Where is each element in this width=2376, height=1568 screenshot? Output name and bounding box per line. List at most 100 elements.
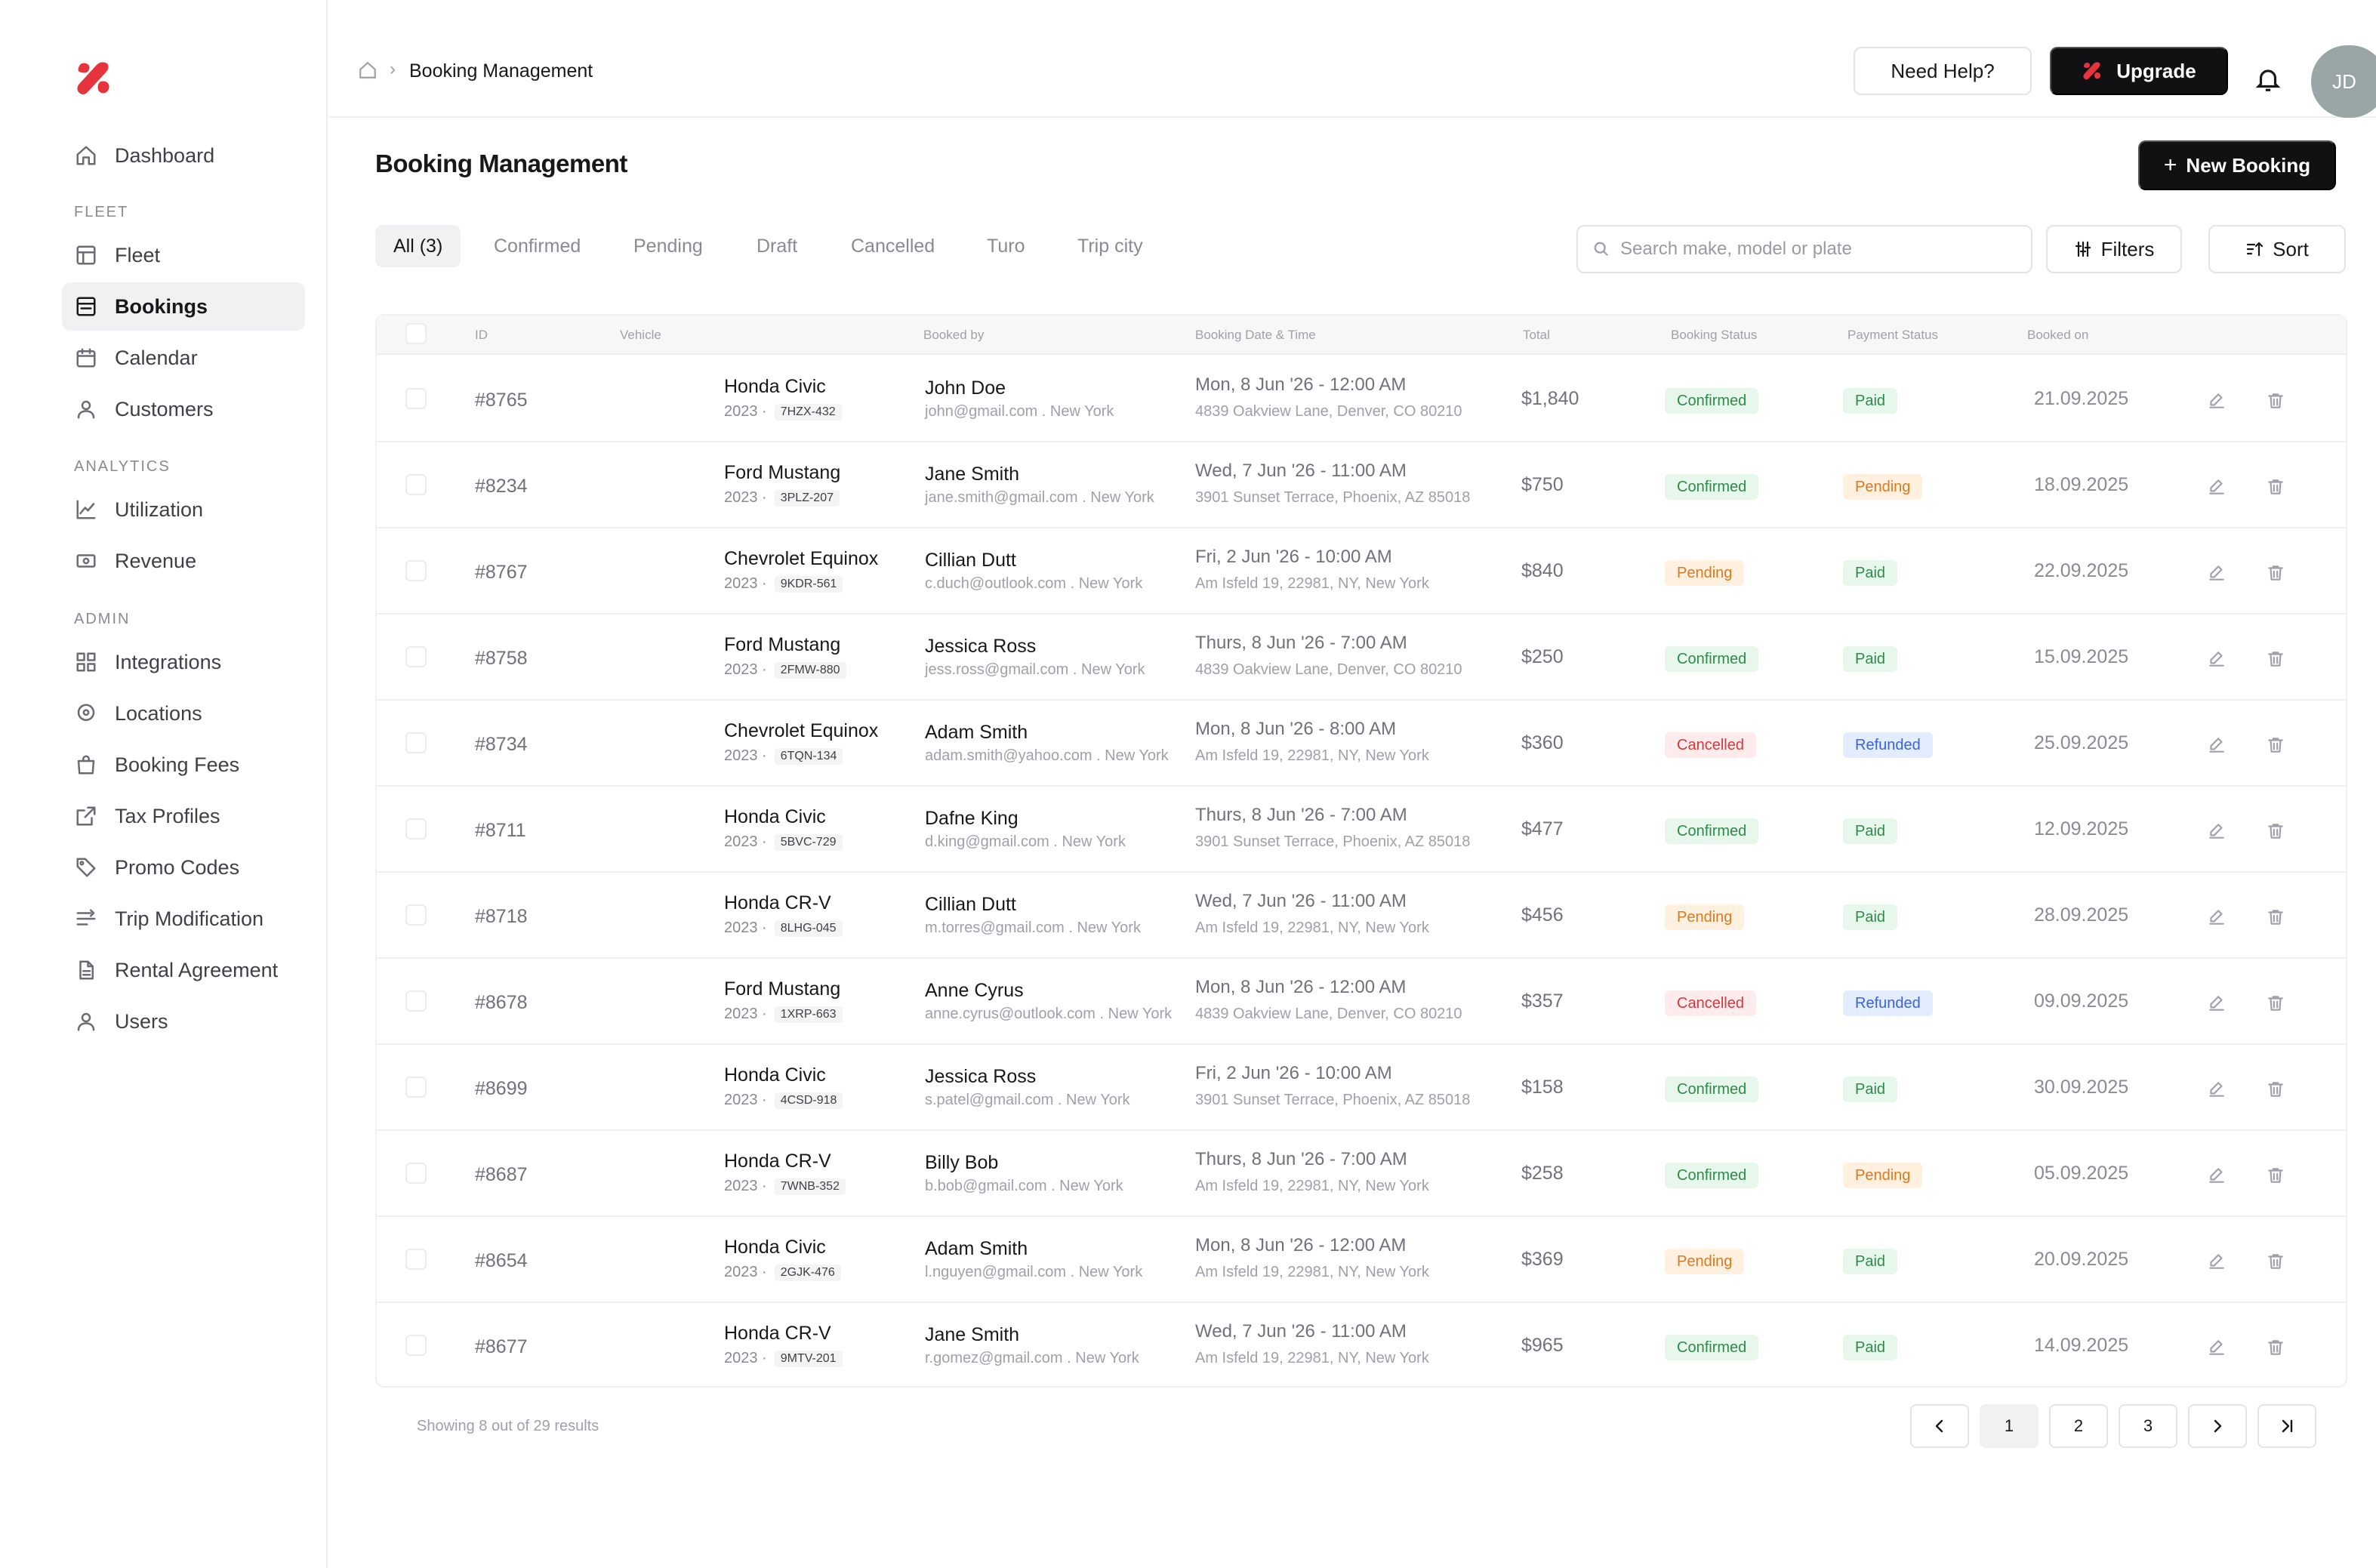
sidebar-item-revenue[interactable]: Revenue — [62, 537, 305, 585]
brand-logo-icon[interactable] — [74, 59, 113, 98]
sidebar-item-locations[interactable]: Locations — [62, 689, 305, 738]
booking-id[interactable]: #8699 — [475, 1078, 528, 1100]
row-checkbox[interactable] — [405, 1249, 427, 1270]
row-checkbox[interactable] — [405, 646, 427, 667]
table-row[interactable]: #8678 Ford Mustang 2023 · 1XRP-663 Anne Cyru… — [377, 959, 2346, 1045]
booking-id[interactable]: #8654 — [475, 1250, 528, 1272]
booking-id[interactable]: #8677 — [475, 1336, 528, 1358]
sidebar-item-trip-modification[interactable]: Trip Modification — [62, 895, 305, 943]
tab-draft[interactable]: Draft — [738, 225, 815, 267]
row-checkbox[interactable] — [405, 474, 427, 495]
sidebar-item-fleet[interactable]: Fleet — [62, 231, 305, 279]
edit-icon[interactable] — [2207, 993, 2227, 1013]
delete-icon[interactable] — [2266, 1080, 2285, 1099]
sidebar-item-bookings[interactable]: Bookings — [62, 282, 305, 331]
upgrade-button[interactable]: Upgrade — [2050, 47, 2228, 95]
column-header-booked-on[interactable]: Booked on — [2027, 328, 2088, 343]
sidebar-item-customers[interactable]: Customers — [62, 385, 305, 433]
previous-page-button[interactable] — [1910, 1404, 1969, 1448]
sidebar-item-tax-profiles[interactable]: Tax Profiles — [62, 792, 305, 840]
edit-icon[interactable] — [2207, 1080, 2227, 1099]
table-row[interactable]: #8765 Honda Civic 2023 · 7HZX-432 John Doe jo… — [377, 356, 2346, 442]
delete-icon[interactable] — [2266, 563, 2285, 583]
next-page-button[interactable] — [2188, 1404, 2247, 1448]
tab-pending[interactable]: Pending — [615, 225, 721, 267]
sidebar-item-users[interactable]: Users — [62, 997, 305, 1046]
column-header-total[interactable]: Total — [1523, 328, 1550, 343]
booking-id[interactable]: #8758 — [475, 648, 528, 670]
delete-icon[interactable] — [2266, 1338, 2285, 1357]
edit-icon[interactable] — [2207, 391, 2227, 411]
sidebar-item-dashboard[interactable]: Dashboard — [62, 131, 305, 180]
row-checkbox[interactable] — [405, 732, 427, 753]
booking-id[interactable]: #8234 — [475, 476, 528, 498]
edit-icon[interactable] — [2207, 1252, 2227, 1271]
sidebar-item-calendar[interactable]: Calendar — [62, 334, 305, 382]
sidebar-item-booking-fees[interactable]: Booking Fees — [62, 741, 305, 789]
delete-icon[interactable] — [2266, 391, 2285, 411]
delete-icon[interactable] — [2266, 821, 2285, 841]
booking-id[interactable]: #8734 — [475, 734, 528, 756]
booking-id[interactable]: #8765 — [475, 390, 528, 411]
column-header-vehicle[interactable]: Vehicle — [620, 328, 661, 343]
edit-icon[interactable] — [2207, 477, 2227, 497]
tab-all[interactable]: All (3) — [375, 225, 461, 267]
row-checkbox[interactable] — [405, 990, 427, 1012]
table-row[interactable]: #8734 Chevrolet Equinox 2023 · 6TQN-134 Adam… — [377, 701, 2346, 787]
breadcrumb-current[interactable]: Booking Management — [409, 60, 593, 82]
table-row[interactable]: #8767 Chevrolet Equinox 2023 · 9KDR-561 Cill… — [377, 528, 2346, 615]
bell-icon[interactable] — [2254, 65, 2282, 94]
tab-trip-city[interactable]: Trip city — [1059, 225, 1161, 267]
table-row[interactable]: #8654 Honda Civic 2023 · 2GJK-476 Adam Smith… — [377, 1217, 2346, 1303]
edit-icon[interactable] — [2207, 649, 2227, 669]
sidebar-item-utilization[interactable]: Utilization — [62, 485, 305, 534]
table-row[interactable]: #8711 Honda Civic 2023 · 5BVC-729 Dafne King… — [377, 787, 2346, 873]
new-booking-button[interactable]: + New Booking — [2138, 140, 2336, 190]
delete-icon[interactable] — [2266, 735, 2285, 755]
search-box[interactable] — [1576, 225, 2032, 273]
need-help-button[interactable]: Need Help? — [1854, 47, 2032, 95]
page-button-1[interactable]: 1 — [1980, 1404, 2039, 1448]
table-row[interactable]: #8758 Ford Mustang 2023 · 2FMW-880 Jessica R… — [377, 615, 2346, 701]
booking-id[interactable]: #8718 — [475, 906, 528, 928]
edit-icon[interactable] — [2207, 1338, 2227, 1357]
row-checkbox[interactable] — [405, 904, 427, 926]
booking-id[interactable]: #8687 — [475, 1164, 528, 1186]
row-checkbox[interactable] — [405, 818, 427, 839]
table-row[interactable]: #8687 Honda CR-V 2023 · 7WNB-352 Billy Bob b.… — [377, 1131, 2346, 1217]
search-input[interactable] — [1620, 239, 2013, 260]
page-button-2[interactable]: 2 — [2049, 1404, 2108, 1448]
row-checkbox[interactable] — [405, 1163, 427, 1184]
delete-icon[interactable] — [2266, 993, 2285, 1013]
delete-icon[interactable] — [2266, 477, 2285, 497]
avatar[interactable]: JD — [2311, 45, 2376, 118]
delete-icon[interactable] — [2266, 1252, 2285, 1271]
delete-icon[interactable] — [2266, 1166, 2285, 1185]
page-button-3[interactable]: 3 — [2119, 1404, 2177, 1448]
row-checkbox[interactable] — [405, 560, 427, 581]
delete-icon[interactable] — [2266, 907, 2285, 927]
table-row[interactable]: #8234 Ford Mustang 2023 · 3PLZ-207 Jane Smit… — [377, 442, 2346, 528]
select-all-checkbox[interactable] — [405, 323, 427, 344]
row-checkbox[interactable] — [405, 1335, 427, 1356]
edit-icon[interactable] — [2207, 821, 2227, 841]
tab-confirmed[interactable]: Confirmed — [476, 225, 599, 267]
sort-button[interactable]: Sort — [2208, 225, 2346, 273]
home-icon[interactable] — [358, 60, 378, 80]
last-page-button[interactable] — [2257, 1404, 2316, 1448]
tab-turo[interactable]: Turo — [969, 225, 1043, 267]
booking-id[interactable]: #8678 — [475, 992, 528, 1014]
column-header-payment-status[interactable]: Payment Status — [1847, 328, 1938, 343]
tab-cancelled[interactable]: Cancelled — [833, 225, 953, 267]
booking-id[interactable]: #8711 — [475, 820, 526, 842]
edit-icon[interactable] — [2207, 735, 2227, 755]
table-row[interactable]: #8699 Honda Civic 2023 · 4CSD-918 Jessica Ro… — [377, 1045, 2346, 1131]
sidebar-item-promo-codes[interactable]: Promo Codes — [62, 843, 305, 892]
column-header-date[interactable]: Booking Date & Time — [1195, 328, 1316, 343]
edit-icon[interactable] — [2207, 907, 2227, 927]
booking-id[interactable]: #8767 — [475, 562, 528, 584]
table-row[interactable]: #8677 Honda CR-V 2023 · 9MTV-201 Jane Smith r… — [377, 1303, 2346, 1389]
column-header-booking-status[interactable]: Booking Status — [1671, 328, 1757, 343]
column-header-booked-by[interactable]: Booked by — [923, 328, 984, 343]
edit-icon[interactable] — [2207, 563, 2227, 583]
